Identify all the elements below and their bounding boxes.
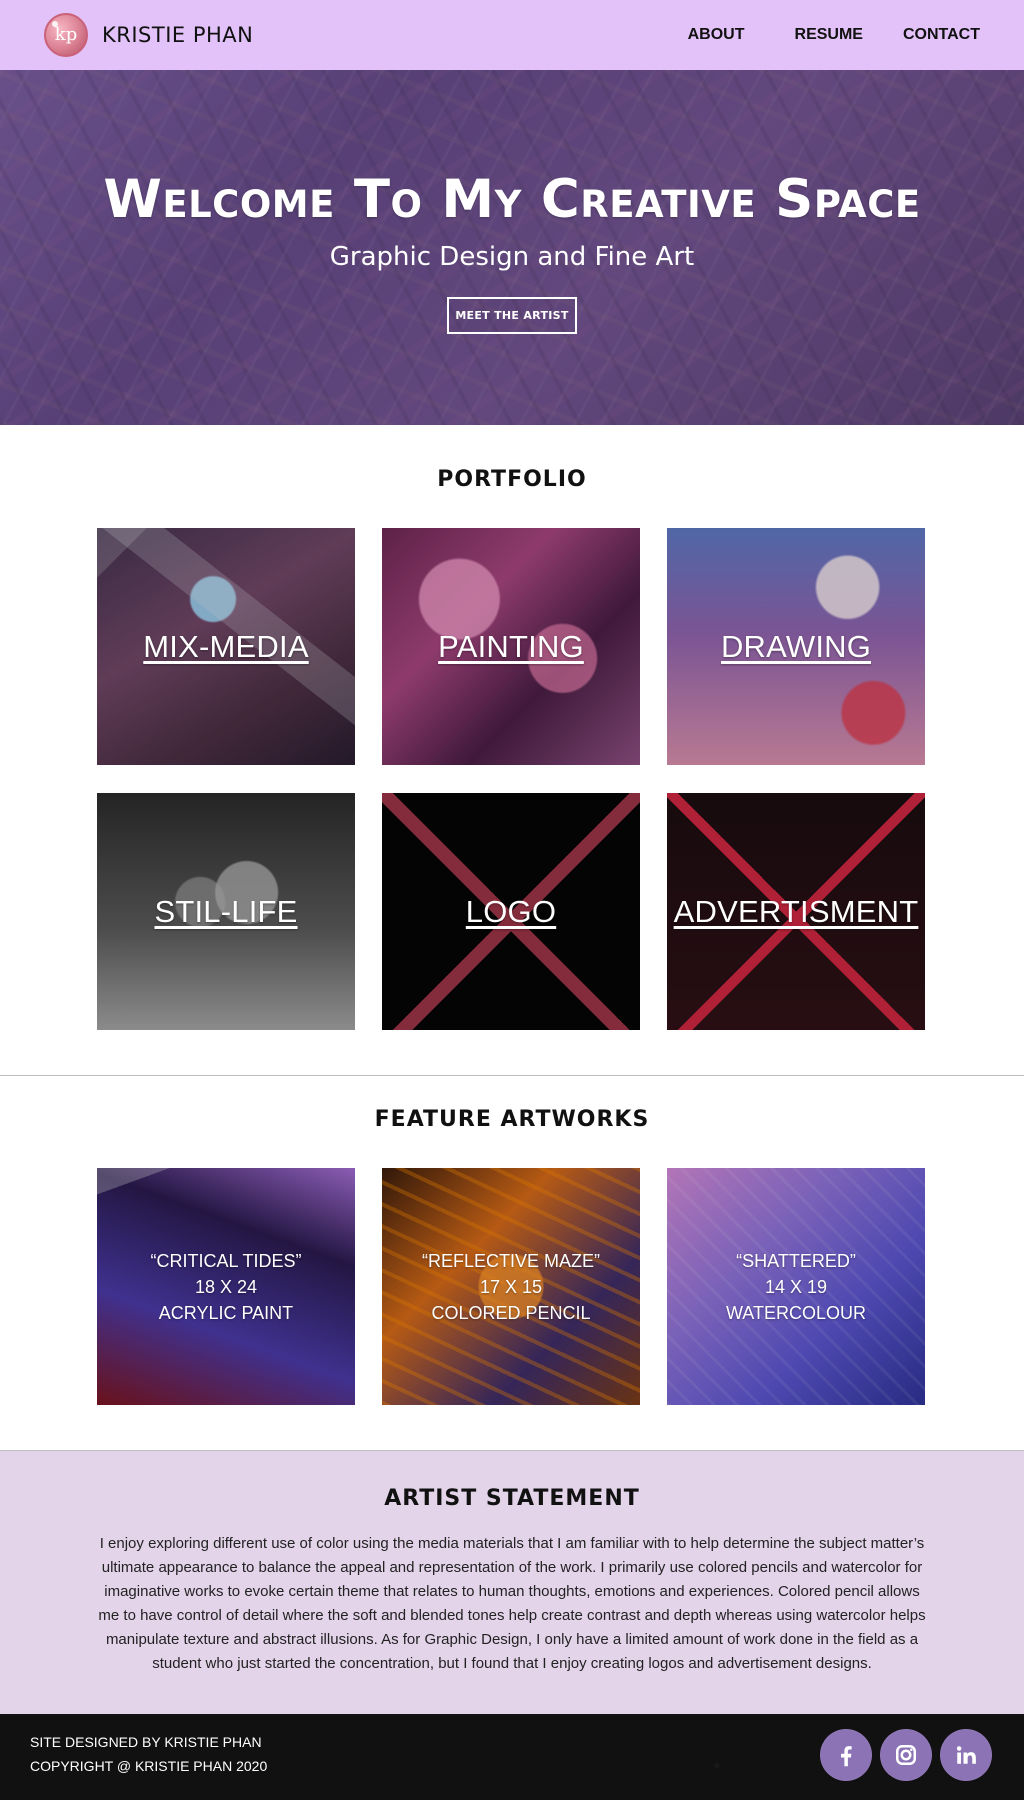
feature-medium: ACRYLIC PAINT: [158, 1302, 294, 1323]
portfolio-card-drawing[interactable]: DRAWING: [667, 528, 925, 765]
feature-title: “CRITICAL TIDES”: [150, 1250, 302, 1271]
footer-line-1: SITE DESIGNED BY KRISTIE PHAN: [30, 1734, 262, 1750]
nav-resume-link[interactable]: RESUME: [795, 26, 863, 44]
brand-name[interactable]: KRISTIE PHAN: [102, 23, 253, 47]
portfolio-grid: MIX-MEDIA PAINTING DRAWING STIL-LIFE LOG…: [97, 528, 926, 1030]
site-footer: SITE DESIGNED BY KRISTIE PHAN COPYRIGHT …: [0, 1714, 1024, 1800]
artist-statement-section: ARTIST STATEMENT I enjoy exploring diffe…: [0, 1451, 1024, 1714]
portfolio-label: MIX-MEDIA: [143, 628, 309, 664]
nav-about-link[interactable]: ABOUT: [688, 26, 745, 44]
feature-card-reflective-maze[interactable]: “REFLECTIVE MAZE” 17 X 15 COLORED PENCIL: [382, 1168, 640, 1405]
feature-caption: “CRITICAL TIDES” 18 X 24 ACRYLIC PAINT: [150, 1248, 301, 1326]
portfolio-card-advertisment[interactable]: ADVERTISMENT: [667, 793, 925, 1030]
portfolio-label: PAINTING: [438, 628, 584, 664]
feature-medium: WATERCOLOUR: [725, 1302, 866, 1323]
feature-artworks-title: FEATURE ARTWORKS: [374, 1107, 650, 1132]
footer-line-2: COPYRIGHT @ KRISTIE PHAN 2020: [30, 1758, 268, 1774]
feature-medium: COLORED PENCIL: [431, 1302, 591, 1323]
section-divider: [0, 1075, 1024, 1076]
feature-card-shattered[interactable]: “SHATTERED” 14 X 19 WATERCOLOUR: [667, 1168, 925, 1405]
portfolio-card-stil-life[interactable]: STIL-LIFE: [97, 793, 355, 1030]
portfolio-card-painting[interactable]: PAINTING: [382, 528, 640, 765]
feature-size: 14 X 19: [764, 1276, 828, 1297]
feature-title: “REFLECTIVE MAZE”: [421, 1250, 600, 1271]
logo-text: kp: [54, 24, 78, 45]
portfolio-card-logo[interactable]: LOGO: [382, 793, 640, 1030]
portfolio-label: ADVERTISMENT: [673, 893, 919, 929]
hero-subtitle: Graphic Design and Fine Art: [329, 242, 695, 272]
portfolio-card-mix-media[interactable]: MIX-MEDIA: [97, 528, 355, 765]
feature-card-critical-tides[interactable]: “CRITICAL TIDES” 18 X 24 ACRYLIC PAINT: [97, 1168, 355, 1405]
kp-logo[interactable]: kp: [44, 13, 88, 57]
social-links: [820, 1729, 992, 1781]
portfolio-title: PORTFOLIO: [437, 467, 587, 492]
hero-content: Welcome To My Creative Space Graphic Des…: [0, 70, 1024, 425]
nav-links: ABOUT RESUME CONTACT: [688, 26, 980, 44]
feature-caption: “REFLECTIVE MAZE” 17 X 15 COLORED PENCIL: [422, 1248, 600, 1326]
hero-title: Welcome To My Creative Space: [103, 169, 921, 230]
facebook-icon[interactable]: [820, 1729, 872, 1781]
portfolio-label: LOGO: [465, 893, 557, 929]
top-navigation: kp KRISTIE PHAN ABOUT RESUME CONTACT: [0, 0, 1024, 70]
feature-title: “SHATTERED”: [736, 1250, 856, 1271]
nav-contact-link[interactable]: CONTACT: [903, 26, 980, 44]
instagram-icon[interactable]: [880, 1729, 932, 1781]
linkedin-icon[interactable]: [940, 1729, 992, 1781]
portfolio-label: DRAWING: [720, 628, 872, 664]
portfolio-label: STIL-LIFE: [154, 893, 298, 929]
artist-statement-body: I enjoy exploring different use of color…: [98, 1535, 926, 1672]
hero-section: Welcome To My Creative Space Graphic Des…: [0, 70, 1024, 425]
meet-the-artist-button[interactable]: MEET THE ARTIST: [447, 297, 577, 334]
feature-size: 17 X 15: [479, 1276, 543, 1297]
feature-caption: “SHATTERED” 14 X 19 WATERCOLOUR: [726, 1248, 866, 1326]
feature-artworks-grid: “CRITICAL TIDES” 18 X 24 ACRYLIC PAINT “…: [97, 1168, 926, 1405]
artist-statement-title: ARTIST STATEMENT: [384, 1486, 640, 1511]
footer-text: SITE DESIGNED BY KRISTIE PHAN COPYRIGHT …: [30, 1730, 267, 1778]
feature-size: 18 X 24: [194, 1276, 258, 1297]
